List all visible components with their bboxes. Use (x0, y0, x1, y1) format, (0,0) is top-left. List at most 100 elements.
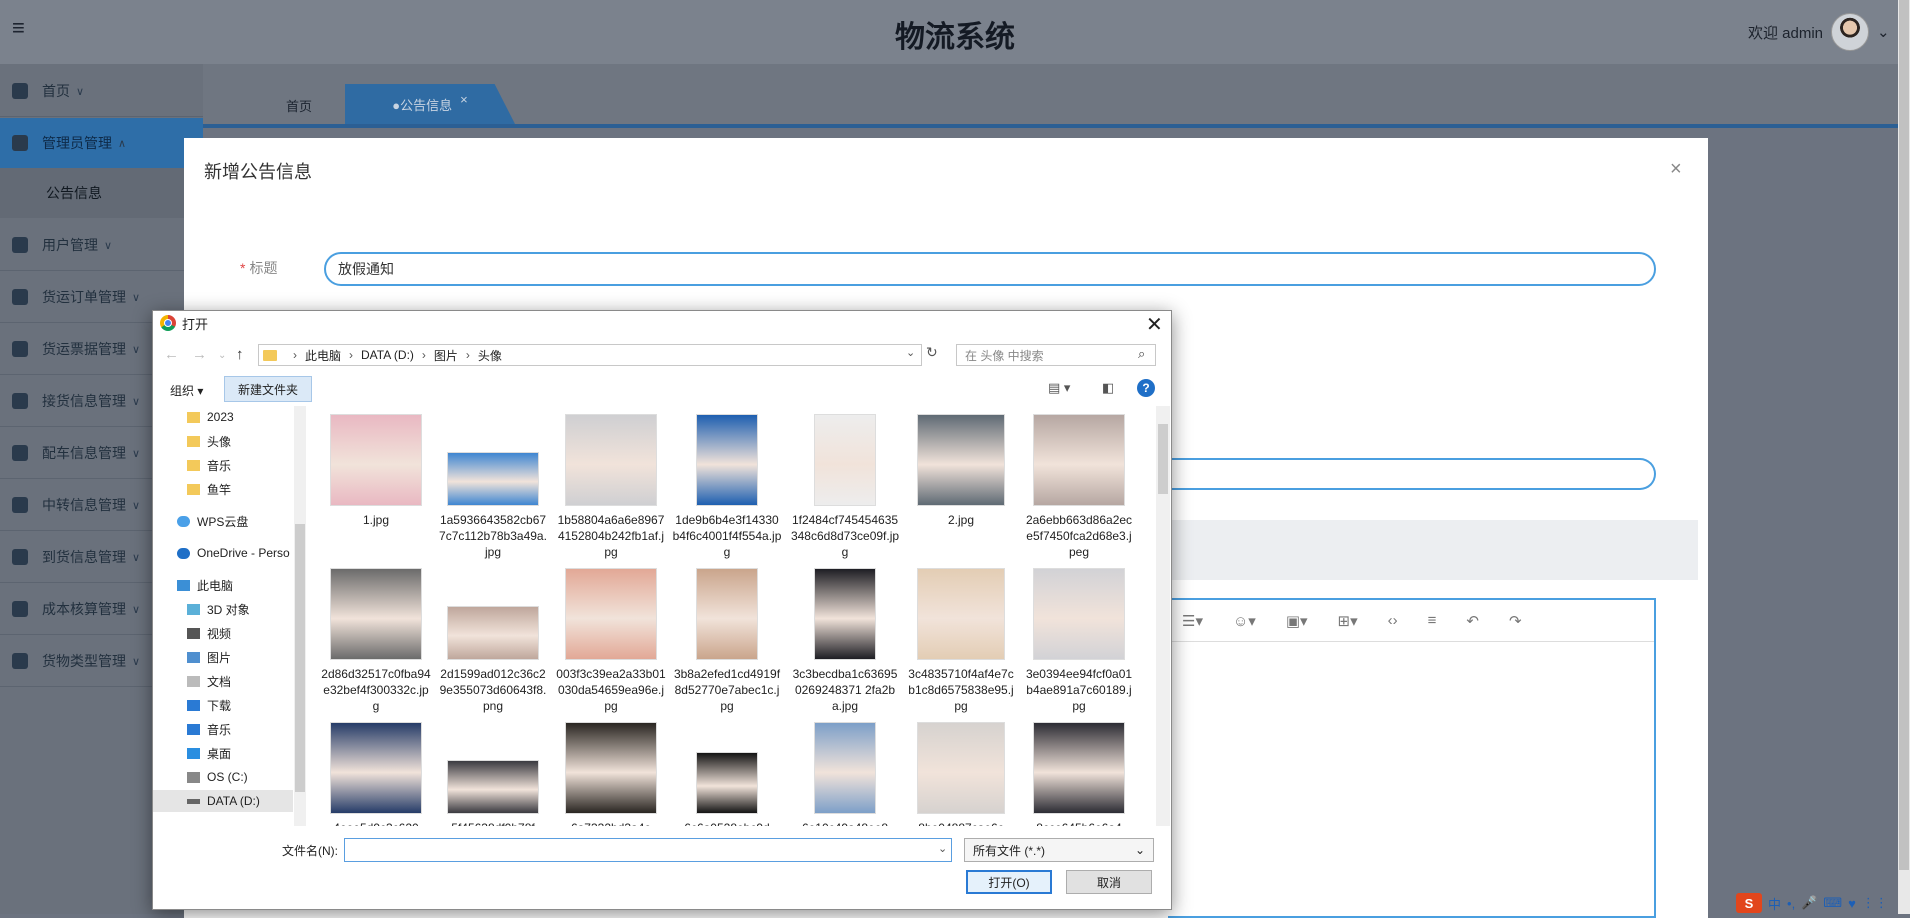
skin-icon[interactable]: ♥ (1848, 896, 1856, 911)
filename-input[interactable] (344, 838, 952, 862)
file-name: 5f45638df0b78f (438, 820, 548, 826)
tree-item[interactable]: DATA (D:) (153, 790, 293, 812)
file-item[interactable]: 3c3becdba1c636950269248371 2fa2ba.jpg (790, 568, 900, 714)
filename-dropdown-icon[interactable]: ⌄ (938, 842, 947, 855)
tab-home[interactable]: 首页 (286, 96, 312, 115)
sogou-ime-icon[interactable]: S (1736, 893, 1762, 913)
file-item[interactable]: 3b8a2efed1cd4919f8d52770e7abec1c.jpg (672, 568, 782, 714)
file-item[interactable]: 6a7332bd3a4e (556, 722, 666, 826)
file-item[interactable]: 3e0394ee94fcf0a01b4ae891a7c60189.jpg (1024, 568, 1134, 714)
cancel-button[interactable]: 取消 (1066, 870, 1152, 894)
tree-item[interactable]: 音乐 (153, 718, 293, 740)
tree-item[interactable]: 下载 (153, 694, 293, 716)
tree-item[interactable]: 图片 (153, 646, 293, 668)
user-menu[interactable]: 欢迎 admin ⌄ (1748, 13, 1890, 51)
tree-item[interactable]: 2023 (153, 406, 293, 428)
chevron-down-icon: ∨ (132, 551, 141, 564)
redo-icon[interactable]: ↷ (1509, 612, 1522, 630)
search-icon[interactable]: ⌕ (1138, 346, 1145, 362)
image-icon[interactable]: ▣▾ (1286, 612, 1308, 630)
file-item[interactable]: 1a5936643582cb677c7c112b78b3a49a.jpg (438, 414, 548, 560)
divider-icon[interactable]: ≡ (1428, 612, 1437, 629)
undo-icon[interactable]: ↶ (1466, 612, 1479, 630)
ime-mode[interactable]: 中 (1768, 894, 1781, 913)
file-item[interactable]: 1.jpg (321, 414, 431, 528)
punctuation-mode[interactable]: •, (1787, 896, 1795, 911)
file-name: 4eee5d9c3c620 (321, 820, 431, 826)
breadcrumb-item[interactable]: 图片 (434, 347, 458, 364)
file-item[interactable]: 8cce645b6e6a4 (1024, 722, 1134, 826)
file-item[interactable]: 6e10c49a48ee8 (790, 722, 900, 826)
avatar[interactable] (1831, 13, 1870, 51)
form-input-field[interactable] (1160, 458, 1656, 490)
file-item[interactable]: 003f3c39ea2a33b01030da54659ea96e.jpg (556, 568, 666, 714)
file-item[interactable]: 3c4835710f4af4e7cb1c8d6575838e95.jpg (906, 568, 1016, 714)
tree-item[interactable]: 文档 (153, 670, 293, 692)
address-dropdown-icon[interactable]: ⌄ (906, 346, 915, 359)
title-input[interactable] (324, 252, 1656, 286)
chevron-down-icon[interactable]: ⌄ (1877, 23, 1890, 41)
breadcrumb-item[interactable]: DATA (D:) (361, 348, 414, 362)
new-folder-button[interactable]: 新建文件夹 (224, 376, 312, 402)
file-item[interactable]: 2.jpg (906, 414, 1016, 528)
search-input[interactable]: 在 头像 中搜索 (956, 344, 1156, 366)
emoji-icon[interactable]: ☺▾ (1233, 612, 1256, 630)
sidebar-item-admin[interactable]: 管理员管理 ∧ (0, 118, 203, 169)
address-bar[interactable]: › 此电脑 › DATA (D:) › 图片 › 头像 (258, 344, 922, 366)
image-thumbnail (696, 752, 758, 814)
sidebar-item-users[interactable]: 用户管理 ∨ (0, 220, 203, 271)
filetype-select[interactable]: 所有文件 (*.*) ⌄ (964, 838, 1154, 862)
code-icon[interactable]: ‹› (1388, 612, 1398, 629)
breadcrumb-item[interactable]: 此电脑 (305, 347, 341, 364)
file-item[interactable]: 8be04887cae6c (906, 722, 1016, 826)
open-button[interactable]: 打开(O) (966, 870, 1052, 894)
tree-item[interactable]: WPS云盘 (153, 510, 293, 532)
forward-arrow-icon[interactable]: → (192, 346, 207, 363)
tree-item[interactable]: 视频 (153, 622, 293, 644)
dialog-close-icon[interactable]: ✕ (1146, 312, 1163, 337)
tree-item[interactable]: OS (C:) (153, 766, 293, 788)
tree-scrollbar-thumb[interactable] (295, 524, 305, 792)
modal-close-icon[interactable]: × (1670, 158, 1682, 181)
grid-scrollbar-thumb[interactable] (1158, 424, 1168, 494)
keyboard-icon[interactable]: ⌨ (1823, 895, 1842, 911)
tree-item[interactable]: OneDrive - Perso (153, 542, 293, 564)
tree-item[interactable]: 此电脑 (153, 574, 293, 596)
file-item[interactable]: 5f45638df0b78f (438, 722, 548, 826)
back-arrow-icon[interactable]: ← (164, 346, 179, 363)
file-item[interactable]: 6c6a0528ebc9d (672, 722, 782, 826)
tab-notice[interactable]: ●公告信息 × (345, 84, 515, 124)
help-icon[interactable]: ? (1137, 379, 1155, 397)
preview-pane-icon[interactable]: ◧ (1102, 380, 1114, 396)
microphone-icon[interactable]: 🎤 (1801, 895, 1817, 911)
toolbox-icon[interactable]: ⋮⋮ (1862, 895, 1888, 911)
file-item[interactable]: 2d1599ad012c36c29e355073d60643f8.png (438, 568, 548, 714)
file-item[interactable]: 4eee5d9c3c620 (321, 722, 431, 826)
tree-item[interactable]: 3D 对象 (153, 598, 293, 620)
file-item[interactable]: 1de9b6b4e3f14330b4f6c4001f4f554a.jpg (672, 414, 782, 560)
tree-item[interactable]: 头像 (153, 430, 293, 452)
breadcrumb-item[interactable]: 头像 (478, 347, 502, 364)
file-item[interactable]: 1f2484cf745454635348c6d8d73ce09f.jpg (790, 414, 900, 560)
file-name: 1f2484cf745454635348c6d8d73ce09f.jpg (790, 513, 900, 559)
sidebar-subitem-notice[interactable]: 公告信息 (0, 168, 203, 218)
view-options-icon[interactable]: ▤ ▾ (1048, 380, 1070, 396)
rich-text-editor[interactable] (1168, 598, 1656, 918)
file-item[interactable]: 1b58804a6a6e89674152804b242fb1af.jpg (556, 414, 666, 560)
table-icon[interactable]: ⊞▾ (1338, 612, 1358, 630)
organize-button[interactable]: 组织 ▾ (170, 382, 203, 399)
tree-item[interactable]: 鱼竿 (153, 478, 293, 500)
tree-item[interactable]: 桌面 (153, 742, 293, 764)
file-item[interactable]: 2d86d32517c0fba94e32bef4f300332c.jpg (321, 568, 431, 714)
file-item[interactable]: 2a6ebb663d86a2ece5f7450fca2d68e3.jpeg (1024, 414, 1134, 560)
tree-item[interactable]: 音乐 (153, 454, 293, 476)
up-arrow-icon[interactable]: ↑ (236, 346, 244, 363)
file-name: 6c6a0528ebc9d (672, 820, 782, 826)
image-thumbnail (917, 722, 1005, 814)
sidebar-item-home[interactable]: 首页 ∨ (0, 66, 203, 117)
tab-close-icon[interactable]: × (460, 92, 468, 107)
indent-icon[interactable]: ☰▾ (1182, 612, 1203, 630)
recent-dropdown-icon[interactable]: ⌄ (218, 350, 226, 361)
page-scrollbar-thumb[interactable] (1899, 0, 1909, 870)
refresh-icon[interactable]: ↻ (926, 344, 938, 361)
